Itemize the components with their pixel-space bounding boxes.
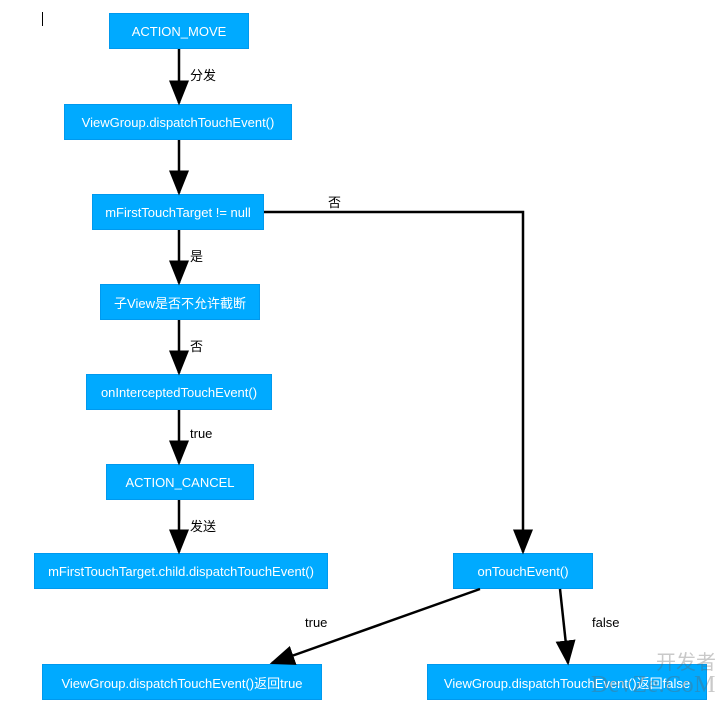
node-return-false: ViewGroup.dispatchTouchEvent()返回false [427, 664, 707, 700]
edge-label-yes: 是 [190, 246, 203, 265]
node-first-touch-target-null: mFirstTouchTarget != null [92, 194, 264, 230]
node-dispatch-touch-event: ViewGroup.dispatchTouchEvent() [64, 104, 292, 140]
node-return-true: ViewGroup.dispatchTouchEvent()返回true [42, 664, 322, 700]
edge-label-true-2: true [305, 615, 327, 630]
node-on-intercepted: onInterceptedTouchEvent() [86, 374, 272, 410]
edge-label-true-1: true [190, 426, 212, 441]
node-child-view-disallow: 子View是否不允许截断 [100, 284, 260, 320]
node-child-dispatch: mFirstTouchTarget.child.dispatchTouchEve… [34, 553, 328, 589]
edge-label-no-1: 否 [328, 192, 341, 211]
node-action-cancel: ACTION_CANCEL [106, 464, 254, 500]
edge-label-false: false [592, 615, 619, 630]
edge-label-send: 发送 [190, 516, 216, 535]
node-action-move: ACTION_MOVE [109, 13, 249, 49]
text-cursor [42, 12, 43, 26]
edge-label-dispatch: 分发 [190, 65, 216, 84]
edge-label-no-2: 否 [190, 336, 203, 355]
node-on-touch-event: onTouchEvent() [453, 553, 593, 589]
